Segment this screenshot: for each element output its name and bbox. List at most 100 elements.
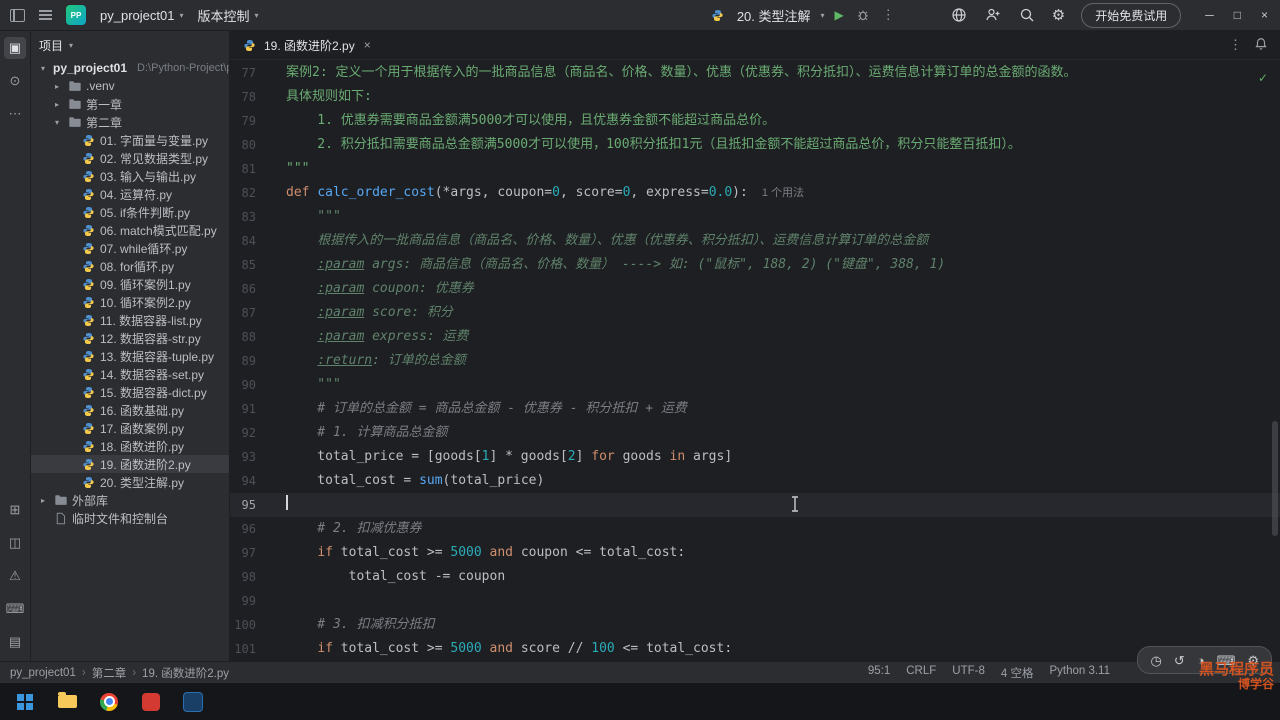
python-console-icon[interactable]: ◫	[4, 532, 26, 554]
editor-tab[interactable]: 19. 函数进阶2.py ×	[230, 31, 381, 59]
vcs-menu[interactable]: 版本控制 ▾	[197, 6, 258, 25]
explorer-icon[interactable]	[46, 683, 88, 720]
code-line[interactable]: 100 # 3. 扣减积分抵扣	[230, 613, 1280, 637]
chevron-down-icon[interactable]: ▾	[821, 11, 825, 20]
breadcrumb-item[interactable]: 第二章	[92, 665, 127, 681]
code-line[interactable]: 98 total_cost -= coupon	[230, 565, 1280, 589]
tree-item[interactable]: ▸ 外部库	[31, 491, 229, 509]
code-line[interactable]: 81 """	[230, 157, 1280, 181]
tree-item[interactable]: ▾ py_project01 D:\Python-Project\py_	[31, 59, 229, 77]
code-line[interactable]: 96 # 2. 扣减优惠券	[230, 517, 1280, 541]
maximize-button[interactable]: □	[1234, 8, 1241, 22]
debug-button[interactable]	[854, 6, 872, 24]
code-line[interactable]: 82 def calc_order_cost(*args, coupon=0, s…	[230, 181, 1280, 205]
code-line[interactable]: 90 """	[230, 373, 1280, 397]
breadcrumb-item[interactable]: py_project01	[10, 667, 76, 679]
structure-icon[interactable]: ▤	[4, 631, 26, 653]
settings-icon[interactable]: ⚙	[1247, 654, 1259, 667]
status-segment[interactable]: 95:1	[868, 665, 890, 681]
main-menu-icon[interactable]	[39, 10, 52, 20]
code-line[interactable]: 77 案例2: 定义一个用于根据传入的一批商品信息（商品名、价格、数量）、优惠（优…	[230, 61, 1280, 85]
tree-item-file[interactable]: 02. 常见数据类型.py	[31, 149, 229, 167]
settings-icon[interactable]: ⚙	[1052, 6, 1065, 24]
add-user-icon[interactable]	[984, 6, 1002, 24]
chevron-right-icon[interactable]: ▸	[37, 496, 49, 505]
tree-item-file[interactable]: 05. if条件判断.py	[31, 203, 229, 221]
notifications-bell-icon[interactable]	[1254, 37, 1268, 54]
run-button[interactable]: ▶	[835, 8, 844, 22]
status-segment[interactable]: 4 空格	[1001, 665, 1034, 681]
close-button[interactable]: ×	[1261, 8, 1268, 22]
tree-item-file[interactable]: 04. 运算符.py	[31, 185, 229, 203]
code-line[interactable]: 87 :param score: 积分	[230, 301, 1280, 325]
minimize-button[interactable]: ─	[1205, 8, 1214, 22]
code-line[interactable]: 84 根据传入的一批商品信息（商品名、价格、数量）、优惠（优惠券、积分抵扣）、运…	[230, 229, 1280, 253]
ide-app-icon[interactable]	[172, 683, 214, 720]
terminal-icon[interactable]: ⌨	[4, 598, 26, 620]
code-line[interactable]: 97 if total_cost >= 5000 and coupon <= t…	[230, 541, 1280, 565]
code-line[interactable]: 101 if total_cost >= 5000 and score // 1…	[230, 637, 1280, 661]
status-segment[interactable]: UTF-8	[952, 665, 985, 681]
project-icon[interactable]: ▣	[4, 37, 26, 59]
code-area[interactable]: 77 案例2: 定义一个用于根据传入的一批商品信息（商品名、价格、数量）、优惠（优…	[230, 60, 1280, 661]
project-menu[interactable]: py_project01 ▾	[100, 8, 183, 23]
start-button[interactable]	[4, 683, 46, 720]
code-line[interactable]: 92 # 1. 计算商品总金额	[230, 421, 1280, 445]
tree-item[interactable]: ▸ .venv	[31, 77, 229, 95]
code-line[interactable]: 83 """	[230, 205, 1280, 229]
timer-icon[interactable]: ◷	[1150, 654, 1161, 667]
scrollbar-thumb[interactable]	[1272, 421, 1278, 536]
tree-item[interactable]: ▾ 第二章	[31, 113, 229, 131]
tree-item-file[interactable]: 07. while循环.py	[31, 239, 229, 257]
search-icon[interactable]	[1018, 6, 1036, 24]
tree-item-file[interactable]: 01. 字面量与变量.py	[31, 131, 229, 149]
tree-item-file[interactable]: 19. 函数进阶2.py	[31, 455, 229, 473]
tree-item-file[interactable]: 09. 循环案例1.py	[31, 275, 229, 293]
services-icon[interactable]: ⊞	[4, 499, 26, 521]
code-line[interactable]: 95	[230, 493, 1280, 517]
code-line[interactable]: 89 :return: 订单的总金额	[230, 349, 1280, 373]
more-options-icon[interactable]: ⋮	[1229, 37, 1242, 53]
chevron-down-icon[interactable]: ▾	[69, 41, 73, 50]
chevron-down-icon[interactable]: ▾	[51, 118, 63, 127]
code-line[interactable]: 79 1. 优惠券需要商品金额满5000才可以使用，且优惠券金额不能超过商品总价…	[230, 109, 1280, 133]
code-line[interactable]: 93 total_price = [goods[1] * goods[2] fo…	[230, 445, 1280, 469]
more-tool-windows-icon[interactable]: ⋯	[4, 103, 26, 125]
pause-icon[interactable]: ◑	[1197, 654, 1205, 667]
tree-item-file[interactable]: 10. 循环案例2.py	[31, 293, 229, 311]
tree-item-file[interactable]: 14. 数据容器-set.py	[31, 365, 229, 383]
tree-item-file[interactable]: 06. match模式匹配.py	[31, 221, 229, 239]
tree-item[interactable]: ▸ 第一章	[31, 95, 229, 113]
window-icon[interactable]	[10, 8, 25, 22]
tree-item[interactable]: 临时文件和控制台	[31, 509, 229, 527]
tree-item-file[interactable]: 11. 数据容器-list.py	[31, 311, 229, 329]
tree-item-file[interactable]: 13. 数据容器-tuple.py	[31, 347, 229, 365]
chevron-down-icon[interactable]: ▾	[37, 64, 49, 73]
more-run-actions-icon[interactable]: ⋮	[882, 7, 895, 23]
chrome-icon[interactable]	[88, 683, 130, 720]
tree-item-file[interactable]: 16. 函数基础.py	[31, 401, 229, 419]
commit-icon[interactable]: ⊙	[4, 70, 26, 92]
code-line[interactable]: 94 total_cost = sum(total_price)	[230, 469, 1280, 493]
code-line[interactable]: 85 :param args: 商品信息（商品名、价格、数量） ----> 如:…	[230, 253, 1280, 277]
code-line[interactable]: 86 :param coupon: 优惠券	[230, 277, 1280, 301]
close-tab-icon[interactable]: ×	[364, 38, 371, 52]
tree-item-file[interactable]: 08. for循环.py	[31, 257, 229, 275]
run-config-selector[interactable]: 20. 类型注解	[737, 6, 811, 25]
tree-item-file[interactable]: 20. 类型注解.py	[31, 473, 229, 491]
keyboard-icon[interactable]: ⌨	[1217, 654, 1236, 667]
breadcrumb-item[interactable]: 19. 函数进阶2.py	[142, 665, 229, 681]
inspection-check-icon[interactable]: ✓	[1258, 71, 1268, 85]
code-line[interactable]: 78 具体规则如下:	[230, 85, 1280, 109]
start-trial-button[interactable]: 开始免费试用	[1081, 2, 1182, 28]
status-segment[interactable]: CRLF	[906, 665, 936, 681]
tree-item-file[interactable]: 03. 输入与输出.py	[31, 167, 229, 185]
code-line[interactable]: 80 2. 积分抵扣需要商品总金额满5000才可以使用，100积分抵扣1元（且抵…	[230, 133, 1280, 157]
chevron-right-icon[interactable]: ▸	[51, 82, 63, 91]
tree-item-file[interactable]: 15. 数据容器-dict.py	[31, 383, 229, 401]
status-segment[interactable]: Python 3.11	[1049, 665, 1110, 681]
tree-item-file[interactable]: 12. 数据容器-str.py	[31, 329, 229, 347]
chevron-right-icon[interactable]: ▸	[51, 100, 63, 109]
code-line[interactable]: 91 # 订单的总金额 = 商品总金额 - 优惠券 - 积分抵扣 + 运费	[230, 397, 1280, 421]
music-app-icon[interactable]	[130, 683, 172, 720]
